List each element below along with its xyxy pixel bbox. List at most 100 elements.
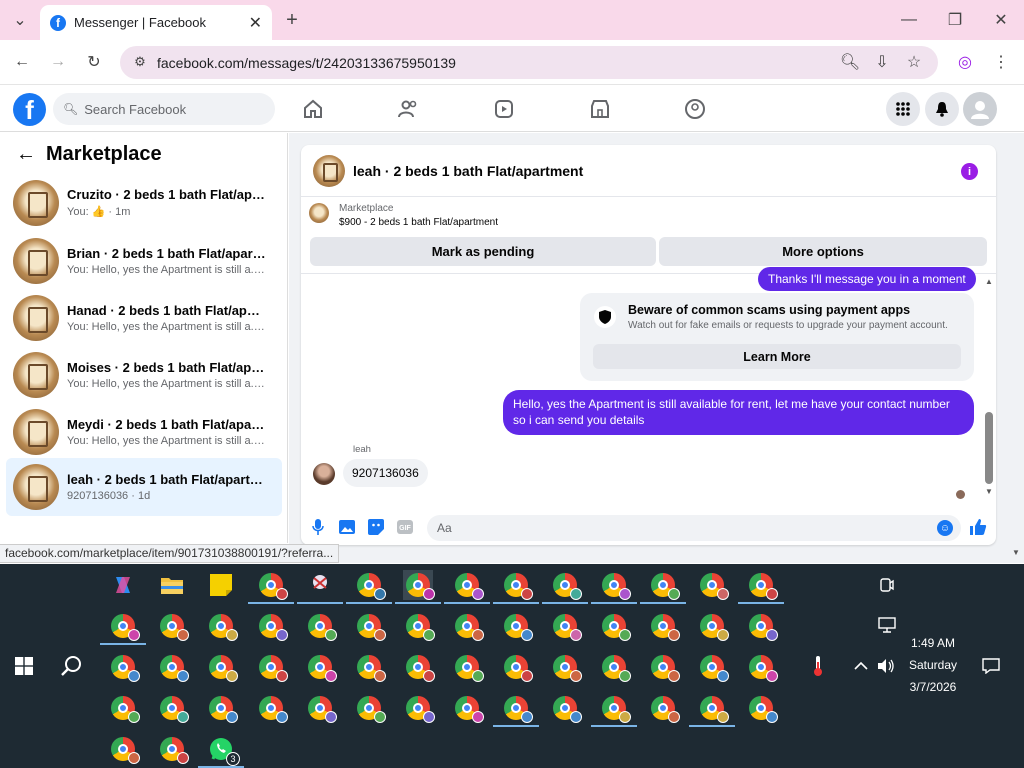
chrome-icon[interactable]: [738, 570, 784, 604]
like-thumb-icon[interactable]: [969, 518, 987, 536]
scroll-up-icon[interactable]: ▲: [985, 277, 993, 286]
chrome-icon[interactable]: [256, 611, 288, 641]
chrome-icon[interactable]: [452, 652, 484, 682]
chrome-icon-active[interactable]: [395, 570, 441, 604]
chrome-icon[interactable]: [108, 693, 140, 723]
chrome-icon[interactable]: [248, 570, 294, 604]
sender-avatar[interactable]: [313, 463, 335, 485]
chrome-icon[interactable]: [697, 611, 729, 641]
chat-listing-thumbnail[interactable]: [313, 154, 345, 187]
chrome-icon[interactable]: [206, 652, 238, 682]
chrome-icon[interactable]: [697, 652, 729, 682]
weather-thermometer-icon[interactable]: [803, 651, 833, 681]
file-explorer-icon[interactable]: [157, 570, 187, 600]
chrome-icon[interactable]: [403, 611, 435, 641]
groups-icon[interactable]: [682, 96, 708, 122]
page-scroll-down-icon[interactable]: ▼: [1012, 548, 1020, 557]
chrome-icon[interactable]: [501, 652, 533, 682]
chrome-icon[interactable]: [403, 652, 435, 682]
conversation-item-active[interactable]: leah · 2 beds 1 bath Flat/apartment 92071…: [6, 458, 282, 516]
clock-date[interactable]: 3/7/2026: [898, 680, 968, 694]
back-icon[interactable]: ←: [10, 50, 34, 74]
info-icon[interactable]: i: [961, 163, 978, 180]
snipping-tool-icon[interactable]: [297, 570, 343, 604]
facebook-search-input[interactable]: 🔍︎ Search Facebook: [53, 93, 275, 125]
message-input[interactable]: Aa ☺: [427, 515, 961, 541]
listing-summary[interactable]: Marketplace $900 - 2 beds 1 bath Flat/ap…: [309, 203, 498, 228]
chrome-icon[interactable]: [550, 652, 582, 682]
tab-search-icon[interactable]: ⌄: [8, 8, 32, 32]
chrome-icon[interactable]: [444, 570, 490, 604]
conversation-item[interactable]: Cruzito · 2 beds 1 bath Flat/apartm... Yo…: [6, 174, 282, 231]
video-icon[interactable]: [491, 96, 517, 122]
back-arrow-icon[interactable]: ←: [16, 143, 36, 166]
url-field[interactable]: ⚙ facebook.com/messages/t/24203133675950…: [120, 46, 938, 79]
conversation-item[interactable]: Moises · 2 beds 1 bath Flat/apartm... You…: [6, 346, 282, 403]
chrome-icon[interactable]: [256, 693, 288, 723]
chrome-icon[interactable]: [697, 570, 729, 600]
volume-icon[interactable]: [871, 651, 901, 681]
home-icon[interactable]: [300, 96, 326, 122]
chrome-icon[interactable]: [305, 693, 337, 723]
chat-title[interactable]: leah · 2 beds 1 bath Flat/apartment: [353, 163, 583, 179]
tab-close-icon[interactable]: ✕: [249, 13, 262, 33]
whatsapp-icon[interactable]: 3: [198, 734, 244, 768]
account-avatar[interactable]: [963, 92, 997, 126]
chrome-icon[interactable]: [648, 693, 680, 723]
chrome-icon[interactable]: [452, 693, 484, 723]
clock-day[interactable]: Saturday: [898, 658, 968, 672]
install-app-icon[interactable]: ⇩: [870, 50, 894, 74]
photo-icon[interactable]: [338, 518, 356, 536]
scroll-down-icon[interactable]: ▼: [985, 487, 993, 496]
sticky-notes-icon[interactable]: [206, 570, 236, 600]
chrome-icon[interactable]: [305, 611, 337, 641]
chrome-icon[interactable]: [746, 611, 778, 641]
copilot-icon[interactable]: [108, 570, 138, 600]
sticker-icon[interactable]: [367, 518, 385, 536]
chrome-icon[interactable]: [354, 611, 386, 641]
emoji-icon[interactable]: ☺: [937, 520, 953, 536]
chrome-icon[interactable]: [206, 693, 238, 723]
zoom-icon[interactable]: 🔍︎: [838, 50, 862, 74]
chrome-icon[interactable]: [550, 693, 582, 723]
chrome-icon[interactable]: [256, 652, 288, 682]
chrome-icon[interactable]: [542, 570, 588, 604]
meet-now-icon[interactable]: [872, 570, 902, 600]
tab-messenger[interactable]: f Messenger | Facebook ✕: [40, 5, 272, 40]
search-taskbar-icon[interactable]: [57, 651, 87, 681]
bookmark-star-icon[interactable]: ☆: [902, 50, 926, 74]
chrome-icon[interactable]: [354, 652, 386, 682]
conversation-item[interactable]: Meydi · 2 beds 1 bath Flat/apartm... You:…: [6, 403, 282, 460]
forward-icon[interactable]: →: [46, 50, 70, 74]
chrome-icon[interactable]: [501, 611, 533, 641]
gif-icon[interactable]: GIF: [396, 518, 414, 536]
chrome-icon[interactable]: [403, 693, 435, 723]
site-info-icon[interactable]: ⚙: [128, 50, 152, 74]
chrome-icon[interactable]: [108, 652, 140, 682]
mark-pending-button[interactable]: Mark as pending: [310, 237, 656, 266]
chrome-icon[interactable]: [591, 693, 637, 727]
chrome-icon[interactable]: [648, 652, 680, 682]
chrome-icon[interactable]: [108, 734, 140, 764]
chrome-icon[interactable]: [648, 611, 680, 641]
minimize-icon[interactable]: —: [897, 8, 921, 32]
chrome-icon[interactable]: [157, 611, 189, 641]
close-window-icon[interactable]: ✕: [989, 8, 1013, 32]
chrome-menu-icon[interactable]: ⋮: [989, 50, 1013, 74]
more-options-button[interactable]: More options: [659, 237, 987, 266]
reload-icon[interactable]: ↻: [82, 50, 106, 74]
conversation-item[interactable]: Brian · 2 beds 1 bath Flat/apartment You:…: [6, 232, 282, 289]
menu-grid-icon[interactable]: [886, 92, 920, 126]
clock-time[interactable]: 1:49 AM: [898, 636, 968, 650]
chrome-icon[interactable]: [640, 570, 686, 604]
chrome-icon[interactable]: [157, 652, 189, 682]
notification-center-icon[interactable]: [976, 651, 1006, 681]
chrome-icon[interactable]: [746, 652, 778, 682]
notifications-bell-icon[interactable]: [925, 92, 959, 126]
chrome-icon[interactable]: [157, 693, 189, 723]
profile-icon[interactable]: ◎: [953, 50, 977, 74]
scroll-thumb[interactable]: [985, 412, 993, 484]
marketplace-icon[interactable]: [587, 96, 613, 122]
chrome-icon[interactable]: [157, 734, 189, 764]
chrome-icon[interactable]: [206, 611, 238, 641]
